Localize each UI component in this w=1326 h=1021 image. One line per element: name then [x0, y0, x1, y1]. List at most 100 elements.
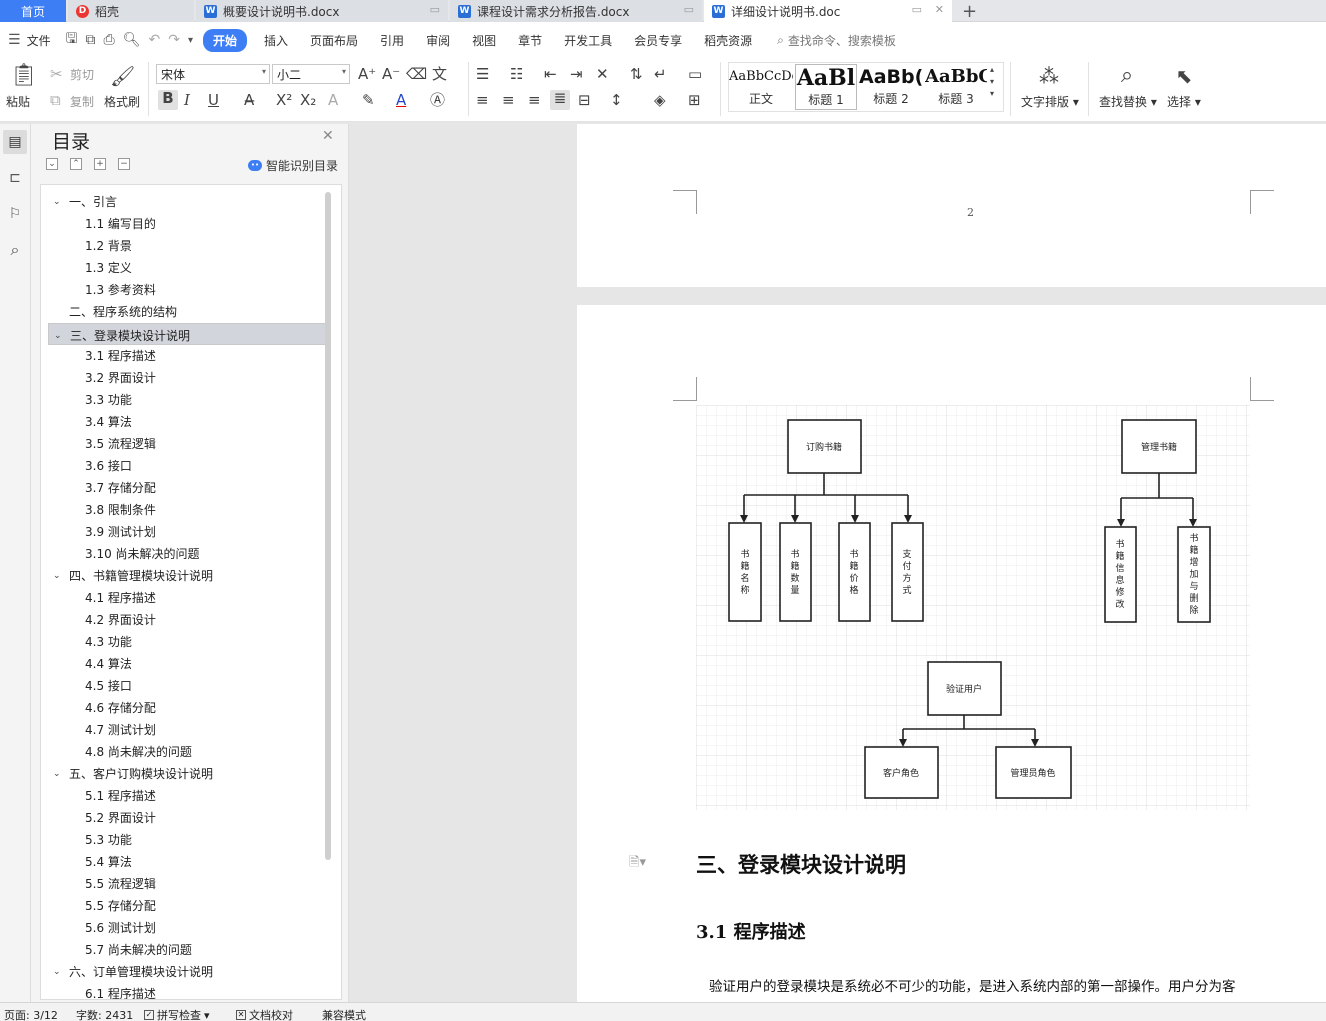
font-family-select[interactable]: 宋体 ▾ [156, 64, 270, 84]
toc-item[interactable]: 5.5 流程逻辑 [48, 873, 330, 895]
export-icon[interactable]: ⧉ [86, 32, 96, 48]
show-marks-icon[interactable]: ↵ [654, 66, 667, 82]
underline-icon[interactable]: U [208, 92, 219, 108]
tab-document[interactable]: W 课程设计需求分析报告.docx ▭ [450, 0, 702, 22]
tab-daoke[interactable]: D 稻壳 [68, 0, 194, 22]
toc-item[interactable]: 1.3 参考资料 [48, 279, 330, 301]
toc-item[interactable]: 4.4 算法 [48, 653, 330, 675]
cut-icon[interactable]: ✂ [50, 66, 63, 82]
toc-item[interactable]: 4.1 程序描述 [48, 587, 330, 609]
toc-item[interactable]: 4.5 接口 [48, 675, 330, 697]
toc-item[interactable]: 5.5 存储分配 [48, 895, 330, 917]
menu-review[interactable]: 审阅 [415, 32, 461, 49]
ruler-icon[interactable]: ▭ [688, 66, 702, 82]
chevron-down-icon[interactable]: ⌄ [53, 763, 61, 785]
redo-icon[interactable]: ↷ [168, 32, 180, 48]
toc-item[interactable]: 1.2 背景 [48, 235, 330, 257]
align-left-icon[interactable]: ≡ [476, 92, 489, 108]
menu-page-layout[interactable]: 页面布局 [299, 32, 369, 49]
phonetic-icon[interactable]: 文 [432, 66, 447, 82]
toc-item[interactable]: 1.1 编写目的 [48, 213, 330, 235]
numbered-list-icon[interactable]: ☷ [510, 66, 523, 82]
format-painter-icon[interactable]: 🖌︎ [110, 64, 135, 88]
shading-icon[interactable]: ◈ [654, 92, 666, 108]
menu-chapter[interactable]: 章节 [507, 32, 553, 49]
copy-button[interactable]: 复制 [70, 93, 94, 110]
copy-icon[interactable]: ⧉ [50, 92, 61, 108]
text-effect-icon[interactable]: A [328, 92, 338, 108]
menu-member[interactable]: 会员专享 [623, 32, 693, 49]
bold-icon[interactable]: B [158, 90, 178, 110]
highlight-icon[interactable]: ✎ [362, 92, 375, 108]
monitor-icon[interactable]: ▭ [912, 3, 922, 16]
toc-item[interactable]: 5.4 算法 [48, 851, 330, 873]
save-icon[interactable]: 🖫 [66, 28, 78, 52]
toc-item[interactable]: 5.7 尚未解决的问题 [48, 939, 330, 961]
gallery-scroll-icon[interactable]: ▴ ▾ ▾ [990, 64, 994, 100]
toc-item[interactable]: ⌄ 五、客户订购模块设计说明 [48, 763, 330, 785]
style-heading-2[interactable]: AaBb(标题 2 [859, 64, 923, 110]
remove-heading-icon[interactable]: − [118, 158, 130, 170]
toc-item[interactable]: 3.2 界面设计 [48, 367, 330, 389]
increase-indent-icon[interactable]: ⇥ [570, 66, 583, 82]
add-heading-icon[interactable]: + [94, 158, 106, 170]
menu-view[interactable]: 视图 [461, 32, 507, 49]
strikethrough-icon[interactable]: A̶ [244, 92, 254, 108]
chevron-down-icon[interactable]: ⌄ [54, 325, 62, 347]
chevron-down-icon[interactable]: ⌄ [53, 565, 61, 587]
proofread-toggle[interactable]: ✕ 文档校对 [236, 1007, 293, 1021]
distribute-icon[interactable]: ⊟ [578, 92, 591, 108]
style-heading-1[interactable]: AaBl 标题 1 [795, 64, 857, 110]
chevron-down-icon[interactable]: ⌄ [53, 961, 61, 983]
toc-item[interactable]: ⌄ 四、书籍管理模块设计说明 [48, 565, 330, 587]
toc-item[interactable]: 5.1 程序描述 [48, 785, 330, 807]
clear-format-icon[interactable]: ⌫ [406, 66, 427, 82]
text-layout-button[interactable]: 文字排版 ▾ [1021, 93, 1079, 110]
menu-daoke-resources[interactable]: 稻壳资源 [693, 32, 763, 49]
print-preview-icon[interactable]: 🔍︎ [123, 32, 141, 48]
toc-item[interactable]: 4.8 尚未解决的问题 [48, 741, 330, 763]
subscript-icon[interactable]: X₂ [300, 92, 316, 108]
cut-button[interactable]: 剪切 [70, 66, 94, 83]
select-button[interactable]: 选择 ▾ [1167, 93, 1201, 110]
decrease-indent-icon[interactable]: ⇤ [544, 66, 557, 82]
menu-file[interactable]: 文件 [25, 32, 62, 49]
tab-document-active[interactable]: W 详细设计说明书.doc ▭ ✕ [704, 0, 952, 22]
navigation-icon[interactable]: ⊏ [3, 166, 27, 190]
smart-toc-button[interactable]: •• 智能识别目录 [248, 157, 338, 174]
toc-item[interactable]: 二、程序系统的结构 [48, 301, 330, 323]
toc-item[interactable]: 3.5 流程逻辑 [48, 433, 330, 455]
bullet-list-icon[interactable]: ☰ [476, 66, 489, 82]
text-layout-icon[interactable]: ⁂ [1036, 64, 1062, 88]
style-heading-3[interactable]: AaBbC 标题 3 [925, 64, 987, 110]
align-center-icon[interactable]: ≡ [502, 92, 515, 108]
tab-home[interactable]: 首页 [0, 0, 66, 22]
font-size-select[interactable]: 小二 ▾ [272, 64, 350, 84]
page-indicator[interactable]: 页面: 3/12 [4, 1007, 58, 1021]
monitor-icon[interactable]: ▭ [430, 3, 440, 16]
char-border-icon[interactable]: Ⓐ [430, 92, 445, 108]
toc-scrollbar[interactable] [325, 192, 331, 860]
menu-start[interactable]: 开始 [203, 28, 248, 52]
tab-document[interactable]: W 概要设计说明书.docx ▭ [196, 0, 448, 22]
undo-icon[interactable]: ↶ [149, 32, 161, 48]
toc-item[interactable]: ⌄ 一、引言 [48, 191, 330, 213]
justify-icon[interactable]: ≣ [550, 90, 570, 110]
word-count[interactable]: 字数: 2431 [76, 1007, 133, 1021]
menu-developer[interactable]: 开发工具 [553, 32, 623, 49]
toc-item[interactable]: ⌄ 六、订单管理模块设计说明 [48, 961, 330, 983]
toc-item[interactable]: 5.6 测试计划 [48, 917, 330, 939]
line-spacing-icon[interactable]: ↕ [610, 92, 623, 108]
paste-icon[interactable]: 📋︎ [10, 64, 38, 88]
italic-icon[interactable]: I [184, 92, 190, 108]
paste-button[interactable]: 粘贴 [6, 93, 30, 110]
toc-item[interactable]: 3.6 接口 [48, 455, 330, 477]
toc-item[interactable]: 5.2 界面设计 [48, 807, 330, 829]
toc-item[interactable]: 3.8 限制条件 [48, 499, 330, 521]
toc-item[interactable]: 3.9 测试计划 [48, 521, 330, 543]
style-normal[interactable]: AaBbCcDd 正文 [729, 64, 793, 110]
superscript-icon[interactable]: X² [276, 92, 292, 108]
find-replace-icon[interactable]: ⌕ [1114, 64, 1140, 88]
format-painter-button[interactable]: 格式刷 [104, 93, 140, 110]
toc-item[interactable]: 3.10 尚未解决的问题 [48, 543, 330, 565]
